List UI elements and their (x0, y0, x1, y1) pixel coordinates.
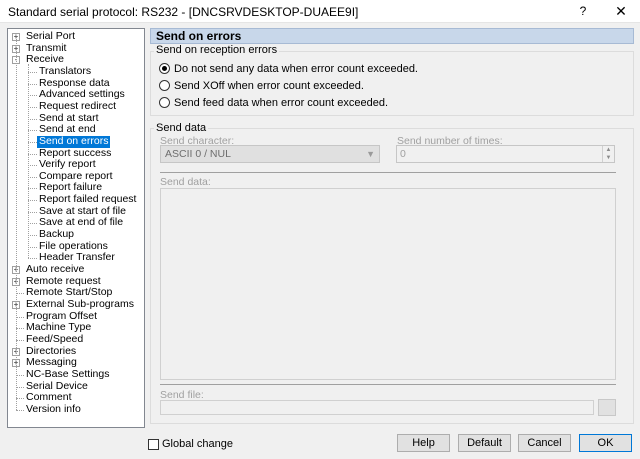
tree-connector (28, 223, 37, 225)
reception-errors-group-label: Send on reception errors (154, 44, 280, 56)
tree-connector (16, 293, 24, 295)
tree-item-label: Send on errors (37, 134, 111, 148)
tree-connector (16, 316, 24, 318)
help-icon[interactable]: ? (570, 2, 596, 21)
radio-send-xoff[interactable]: Send XOff when error count exceeded. (159, 79, 459, 93)
divider (160, 172, 616, 173)
tree-connector (28, 153, 37, 155)
radio-button[interactable] (159, 97, 170, 108)
radio-button[interactable] (159, 80, 170, 91)
close-icon[interactable]: ✕ (604, 0, 638, 22)
settings-tree[interactable]: + Serial Port + Transmit - Receive Translators… (7, 28, 145, 428)
spinner-icon[interactable]: ▲ ▼ (602, 146, 614, 162)
radio-label: Send feed data when error count exceeded… (174, 97, 389, 109)
radio-label: Do not send any data when error count ex… (174, 63, 418, 75)
tree-item[interactable]: + Auto receive (8, 263, 144, 276)
panel-title: Send on errors (156, 29, 242, 43)
tree-connector (28, 95, 37, 97)
radio-do-not-send[interactable]: Do not send any data when error count ex… (159, 62, 459, 76)
send-data-group-label: Send data (154, 122, 209, 134)
ok-button[interactable]: OK (579, 434, 632, 452)
window-title: Standard serial protocol: RS232 - [DNCSR… (8, 5, 359, 19)
tree-connector (16, 386, 24, 388)
chevron-down-icon: ▼ (366, 149, 375, 159)
send-times-stepper[interactable]: 0 ▲ ▼ (396, 145, 615, 163)
tree-item-label: Serial Port (26, 30, 76, 42)
tree-connector (28, 211, 37, 213)
tree-item-label: Backup (39, 228, 75, 241)
tree-connector (28, 83, 37, 85)
tree-connector (16, 328, 24, 330)
tree-item[interactable]: NC-Base Settings (8, 367, 144, 381)
tree-item[interactable]: Feed/Speed (8, 332, 144, 346)
tree-connector (28, 165, 37, 167)
radio-button[interactable] (159, 63, 170, 74)
tree-item-label: External Sub-programs (26, 297, 134, 310)
send-character-value: ASCII 0 / NUL (165, 148, 231, 160)
divider (160, 384, 616, 385)
radio-label: Send XOff when error count exceeded. (174, 80, 364, 92)
tree-item[interactable]: Version info (8, 402, 144, 416)
tree-connector (28, 258, 37, 260)
tree-item-label: Feed/Speed (26, 332, 84, 345)
tree-item-label: Request redirect (39, 99, 117, 112)
tree-connector (16, 409, 24, 411)
tree-connector (28, 188, 37, 190)
send-data-label: Send data: (160, 176, 211, 188)
tree-connector (16, 374, 24, 376)
tree-connector (28, 64, 29, 259)
tree-connector (16, 339, 24, 341)
tree-item-label: Report failed request (39, 193, 137, 206)
tree-connector (28, 141, 37, 143)
tree-connector (28, 118, 37, 120)
tree-connector (16, 398, 24, 400)
tree-connector (28, 176, 37, 178)
tree-item-label: Auto receive (26, 263, 85, 275)
tree-item-label: Version info (26, 402, 81, 415)
global-change-label: Global change (162, 438, 233, 450)
default-button[interactable]: Default (458, 434, 511, 452)
panel-header: Send on errors (150, 28, 634, 44)
title-bar: Standard serial protocol: RS232 - [DNCSR… (0, 0, 640, 23)
tree-connector (28, 235, 37, 237)
send-file-input[interactable] (160, 400, 594, 415)
global-change-checkbox[interactable] (148, 439, 159, 450)
tree-item-label: Translators (39, 64, 92, 77)
tree-item[interactable]: + Serial Port (8, 30, 144, 43)
send-data-textarea[interactable] (160, 188, 616, 380)
help-button[interactable]: Help (397, 434, 450, 452)
radio-send-feed[interactable]: Send feed data when error count exceeded… (159, 96, 459, 110)
tree-connector (28, 246, 37, 248)
send-character-select[interactable]: ASCII 0 / NUL ▼ (160, 145, 380, 163)
tree-connector (28, 200, 37, 202)
tree-connector (16, 37, 17, 410)
tree-connector (28, 106, 37, 108)
browse-button[interactable] (598, 399, 616, 416)
tree-connector (28, 71, 37, 73)
tree-connector (28, 130, 37, 132)
tree-item[interactable]: + External Sub-programs (8, 297, 144, 311)
tree-item-label: NC-Base Settings (26, 367, 110, 380)
send-times-value: 0 (400, 148, 406, 160)
cancel-button[interactable]: Cancel (518, 434, 571, 452)
